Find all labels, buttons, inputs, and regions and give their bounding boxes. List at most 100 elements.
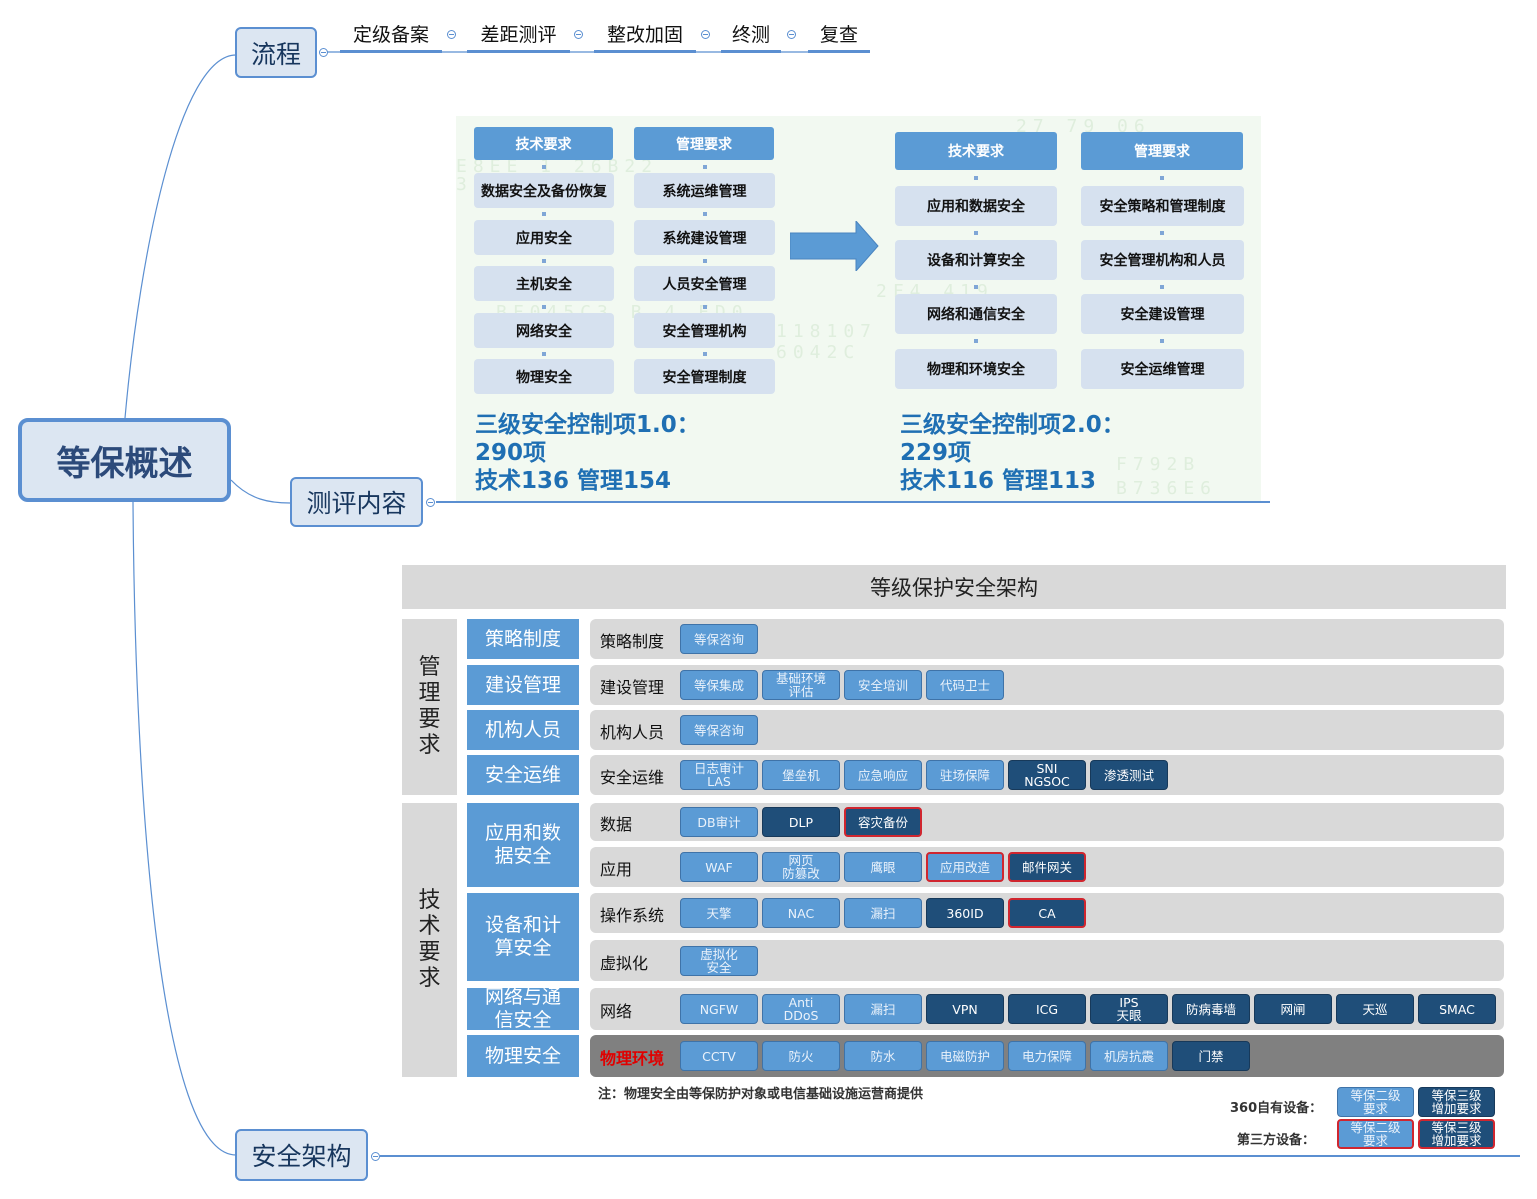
- step-4[interactable]: 终测: [721, 20, 781, 50]
- arch-row-label: 应用: [600, 860, 633, 879]
- product-chip: SNI NGSOC: [1008, 760, 1086, 790]
- product-chip: 网闸: [1254, 994, 1332, 1024]
- connector-dot: [703, 305, 707, 309]
- arch-row: 物理环境 CCTV 防火 防水 电磁防护 电力保障 机房抗震 门禁: [590, 1035, 1504, 1077]
- collapse-process-icon[interactable]: [319, 48, 328, 57]
- connector-dot: [974, 176, 978, 180]
- v1-mgmt-item: 安全管理制度: [634, 359, 775, 394]
- connector-dot: [1160, 176, 1164, 180]
- legend-chip-label: 等保二级 要求: [1350, 1088, 1401, 1116]
- product-chip: 防水: [844, 1041, 922, 1071]
- step-1[interactable]: 定级备案: [340, 20, 442, 50]
- product-chip: 虚拟化 安全: [680, 945, 758, 976]
- category-physical: 物理安全: [467, 1035, 579, 1077]
- arch-row-label: 机构人员: [600, 723, 665, 742]
- arch-row-label: 操作系统: [600, 906, 665, 925]
- security-architecture-image: 等级保护安全架构 管理要求 技术要求 策略制度 建设管理 机构人员 安全运维 应…: [402, 565, 1508, 1149]
- collapse-step-4-icon[interactable]: [787, 30, 796, 39]
- v2-mgmt-header: 管理要求: [1081, 132, 1243, 170]
- product-chip: 防病毒墙: [1172, 994, 1250, 1024]
- connector-dot: [974, 285, 978, 289]
- product-chip: NAC: [762, 898, 840, 928]
- side-tech-requirements: 技术要求: [402, 803, 457, 1077]
- v1-mgmt-header: 管理要求: [634, 127, 774, 160]
- connector-dot: [974, 231, 978, 235]
- product-chip: 应用改造: [926, 852, 1004, 882]
- product-chip: 漏扫: [844, 898, 922, 928]
- category-network-comm-label: 网络与通 信安全: [484, 986, 561, 1031]
- v1-tech-item: 数据安全及备份恢复: [474, 173, 614, 208]
- product-chip: DLP: [762, 807, 840, 837]
- connector-dot: [1160, 285, 1164, 289]
- v2-tech-item: 设备和计算安全: [895, 240, 1057, 280]
- v1-tech-header: 技术要求: [474, 127, 613, 160]
- category-device-compute: 设备和计 算安全: [467, 893, 579, 981]
- collapse-content-icon[interactable]: [426, 498, 435, 507]
- category-app-data: 应用和数 据安全: [467, 803, 579, 887]
- arch-row-label: 数据: [600, 815, 633, 834]
- product-chip: 日志审计 LAS: [680, 760, 758, 790]
- step-2-underline: [467, 50, 570, 53]
- connector-dot: [974, 339, 978, 343]
- product-chip: 网页 防篡改: [762, 852, 840, 882]
- topic-process[interactable]: 流程: [235, 27, 317, 78]
- connector-dot: [1160, 339, 1164, 343]
- topic-content[interactable]: 测评内容: [290, 477, 423, 527]
- topic-architecture[interactable]: 安全架构: [235, 1129, 368, 1181]
- product-chip: 安全培训: [844, 670, 922, 700]
- collapse-step-3-icon[interactable]: [701, 30, 710, 39]
- product-chip: 360ID: [926, 898, 1004, 928]
- root-label: 等保概述: [56, 443, 193, 484]
- connector-dot: [703, 165, 707, 169]
- product-chip: 等保集成: [680, 670, 758, 700]
- step-5-underline: [808, 50, 870, 53]
- arch-row-label: 虚拟化: [600, 953, 649, 973]
- root-node[interactable]: 等保概述: [18, 418, 231, 502]
- product-chip: 邮件网关: [1008, 852, 1086, 882]
- product-chip: 等保咨询: [680, 715, 758, 745]
- product-chip: WAF: [680, 852, 758, 882]
- v2-count-title: 三级安全控制项2.0：: [900, 412, 1125, 438]
- product-chip: 等保咨询: [680, 624, 758, 654]
- arch-row-label: 物理环境: [600, 1049, 665, 1068]
- side-mgmt-label: 管理要求: [418, 655, 441, 758]
- connector-dot: [542, 352, 546, 356]
- product-chip: VPN: [926, 994, 1004, 1024]
- topic-architecture-label: 安全架构: [251, 1142, 352, 1171]
- v2-tech-item: 应用和数据安全: [895, 186, 1057, 226]
- product-chip: ICG: [1008, 994, 1086, 1024]
- legend-own-level2-chip: 等保二级 要求: [1337, 1087, 1414, 1117]
- v1-count-split: 技术136 管理154: [475, 468, 672, 494]
- product-chip: 基础环境 评估: [762, 670, 840, 700]
- legend-chip-label: 等保三级 增加要求: [1431, 1120, 1482, 1148]
- step-3-underline: [594, 50, 696, 53]
- v1-tech-item: 主机安全: [474, 266, 614, 301]
- collapse-step-2-icon[interactable]: [574, 30, 583, 39]
- step-4-underline: [721, 50, 781, 53]
- connector-dot: [542, 259, 546, 263]
- arch-row: 网络 NGFW Anti DDoS 漏扫 VPN ICG IPS 天眼 防病毒墙 网闸 天巡 SMAC: [590, 988, 1504, 1030]
- connector-dot: [542, 165, 546, 169]
- collapse-step-1-icon[interactable]: [447, 30, 456, 39]
- product-chip: Anti DDoS: [762, 994, 840, 1024]
- product-chip: 驻场保障: [926, 760, 1004, 790]
- v1-count-total: 290项: [475, 440, 547, 466]
- category-app-data-label: 应用和数 据安全: [484, 822, 561, 867]
- product-chip: CA: [1008, 898, 1086, 928]
- v2-mgmt-item: 安全策略和管理制度: [1081, 186, 1244, 226]
- category-organization: 机构人员: [467, 710, 579, 750]
- category-operations: 安全运维: [467, 755, 579, 795]
- arch-row: 策略制度 等保咨询: [590, 619, 1504, 659]
- product-chip: 电力保障: [1008, 1041, 1086, 1071]
- arch-row: 应用 WAF 网页 防篡改 鹰眼 应用改造 邮件网关: [590, 847, 1504, 887]
- legend-third-level3-chip: 等保三级 增加要求: [1418, 1119, 1495, 1149]
- step-2[interactable]: 差距测评: [467, 20, 570, 50]
- collapse-architecture-icon[interactable]: [371, 1152, 380, 1161]
- side-mgmt-requirements: 管理要求: [402, 619, 457, 795]
- v1-count-block: 三级安全控制项1.0： 290项 技术136 管理154: [475, 411, 700, 495]
- v1-mgmt-item: 系统运维管理: [634, 173, 775, 208]
- step-5[interactable]: 复查: [808, 20, 870, 50]
- product-chip: 机房抗震: [1090, 1041, 1168, 1071]
- bg-pattern: 6042C: [776, 342, 861, 363]
- step-3[interactable]: 整改加固: [594, 20, 696, 50]
